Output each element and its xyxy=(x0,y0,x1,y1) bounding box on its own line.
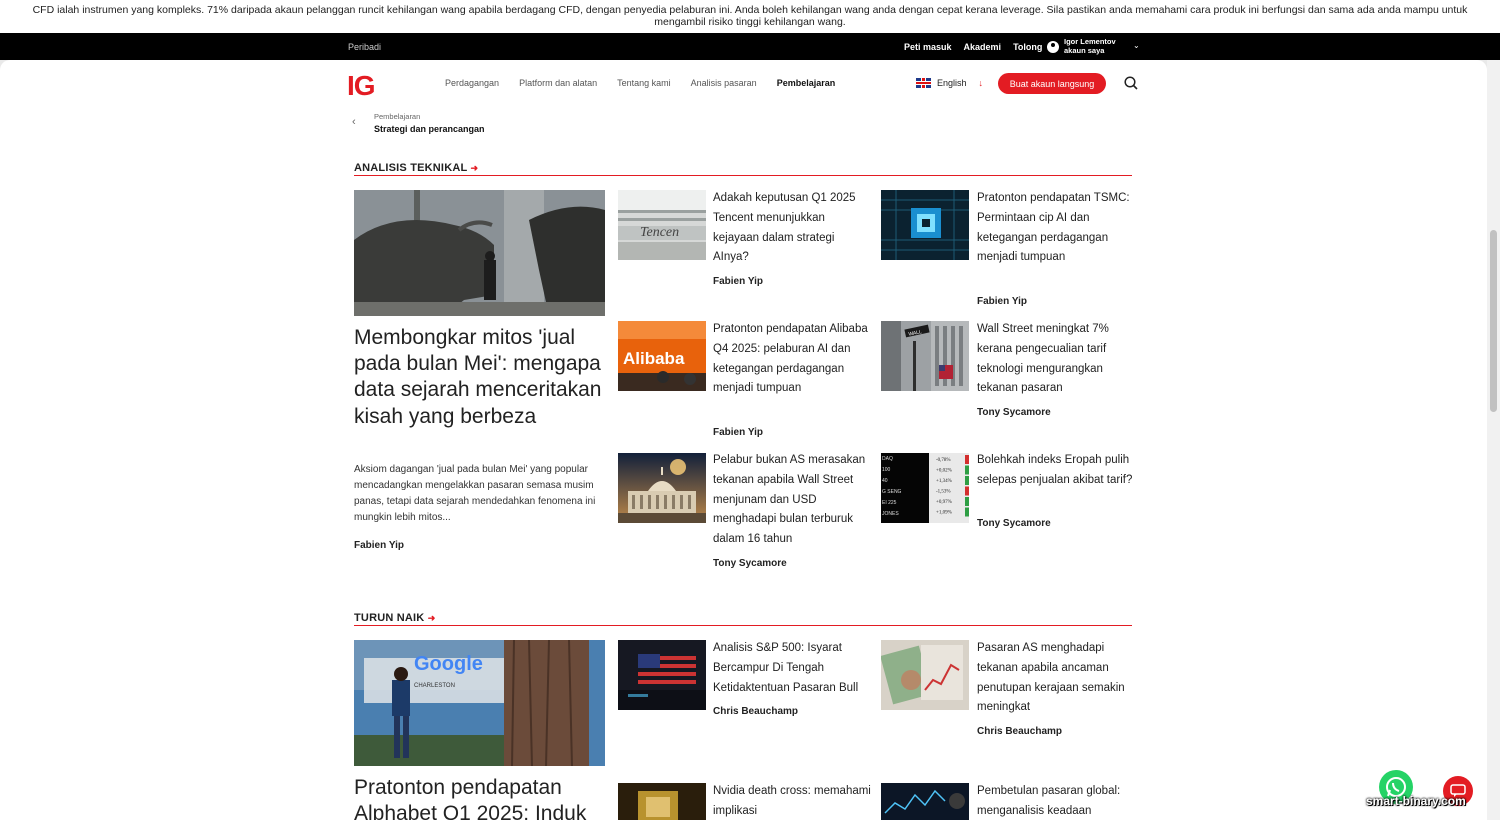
uk-flag-icon xyxy=(916,78,931,88)
ticker-change-bar xyxy=(965,476,969,485)
section-heading-technical[interactable]: ANALISIS TEKNIKAL ➜ xyxy=(354,162,1132,176)
risk-warning: CFD ialah instrumen yang kompleks. 71% d… xyxy=(0,0,1500,33)
open-live-account-button[interactable]: Buat akaun langsung xyxy=(998,73,1106,94)
article-author[interactable]: Tony Sycamore xyxy=(977,518,1051,529)
ig-logo[interactable]: IG xyxy=(347,70,376,102)
ticker-value: +0,02% xyxy=(936,469,952,474)
inbox-link[interactable]: Peti masuk xyxy=(904,42,952,52)
ticker-change-bar xyxy=(965,507,969,517)
article-title[interactable]: Pratonton pendapatan TSMC: Permintaan ci… xyxy=(977,189,1135,268)
language-selector[interactable]: English ↓ xyxy=(916,78,983,88)
article-author[interactable]: Tony Sycamore xyxy=(977,407,1051,418)
help-link[interactable]: Tolong xyxy=(1013,42,1042,52)
featured-image-bull[interactable] xyxy=(354,190,605,316)
search-icon[interactable] xyxy=(1124,76,1138,90)
main-nav: Perdagangan Platform dan alatan Tentang … xyxy=(445,78,835,88)
tencent-logo-text: Tencen xyxy=(640,225,679,240)
chevron-down-icon[interactable]: ⌄ xyxy=(1133,41,1140,50)
scrollbar[interactable] xyxy=(1487,60,1500,820)
main-header: IG Perdagangan Platform dan alatan Tenta… xyxy=(0,60,1487,138)
nav-platforms[interactable]: Platform dan alatan xyxy=(519,78,597,88)
top-bar: Peribadi Peti masuk Akademi Tolong Igor … xyxy=(0,33,1500,60)
ticker-value: -0,78% xyxy=(936,458,951,463)
ticker-change-bar xyxy=(965,455,969,464)
breadcrumb-parent[interactable]: Pembelajaran xyxy=(374,112,420,121)
article-author[interactable]: Chris Beauchamp xyxy=(977,726,1062,737)
ticker-change-bar xyxy=(965,465,969,475)
article-image-indices-board[interactable]: DAQ 100 40 G SENG EI 225 JONES -0,78% +0,02% +1… xyxy=(881,453,969,523)
nav-trading[interactable]: Perdagangan xyxy=(445,78,499,88)
academy-link[interactable]: Akademi xyxy=(964,42,1002,52)
article-title[interactable]: Pratonton pendapatan Alibaba Q4 2025: pe… xyxy=(713,320,871,399)
chevron-left-icon[interactable]: ‹ xyxy=(352,116,356,128)
article-image-tencent[interactable]: Tencen xyxy=(618,190,706,260)
article-title[interactable]: Adakah keputusan Q1 2025 Tencent menunju… xyxy=(713,189,871,268)
article-author[interactable]: Fabien Yip xyxy=(713,276,763,287)
article-title[interactable]: Nvidia death cross: memahami implikasi xyxy=(713,782,871,820)
google-logo-text: Google xyxy=(414,653,483,675)
arrow-right-icon: ➜ xyxy=(427,613,436,623)
arrow-right-icon: ➜ xyxy=(470,163,479,173)
article-title[interactable]: Pasaran AS menghadapi tekanan apabila an… xyxy=(977,639,1135,718)
ticker-value: +0,97% xyxy=(936,500,952,505)
article-image-wall-street[interactable]: WALL xyxy=(881,321,969,391)
ticker-label: 40 xyxy=(882,478,888,484)
article-image-global-market[interactable] xyxy=(881,783,969,820)
nav-analysis[interactable]: Analisis pasaran xyxy=(691,78,757,88)
ticker-value: -1,53% xyxy=(936,490,951,495)
personal-link[interactable]: Peribadi xyxy=(348,42,381,52)
article-image-us-markets[interactable] xyxy=(881,640,969,710)
ticker-label: EI 225 xyxy=(882,500,897,506)
ticker-value: +1,09% xyxy=(936,511,952,516)
user-account: akaun saya xyxy=(1064,45,1105,55)
scrollbar-thumb[interactable] xyxy=(1490,230,1497,412)
article-author[interactable]: Fabien Yip xyxy=(977,296,1027,307)
article-author[interactable]: Tony Sycamore xyxy=(713,558,787,569)
language-label: English xyxy=(937,78,967,88)
section-title: ANALISIS TEKNIKAL xyxy=(354,162,468,174)
featured-image-google[interactable]: Google CHARLESTON xyxy=(354,640,605,766)
article-title[interactable]: Pembetulan pasaran global: menganalisis … xyxy=(977,782,1135,820)
google-sign-subtext: CHARLESTON xyxy=(414,683,455,689)
user-menu[interactable]: Igor Lementov akaun saya xyxy=(1047,37,1116,55)
article-author[interactable]: Chris Beauchamp xyxy=(713,706,798,717)
article-image-capitol[interactable] xyxy=(618,453,706,523)
arrow-down-icon: ↓ xyxy=(978,78,984,88)
featured-article-description: Aksiom dagangan 'jual pada bulan Mei' ya… xyxy=(354,464,596,523)
ticker-value: +1,34% xyxy=(936,479,952,484)
featured-article-title[interactable]: Pratonton pendapatan Alphabet Q1 2025: I… xyxy=(354,775,606,820)
article-title[interactable]: Pelabur bukan AS merasakan tekanan apabi… xyxy=(713,451,871,550)
featured-article-title[interactable]: Membongkar mitos 'jual pada bulan Mei': … xyxy=(354,325,606,430)
nav-about[interactable]: Tentang kami xyxy=(617,78,671,88)
article-title[interactable]: Analisis S&P 500: Isyarat Bercampur Di T… xyxy=(713,639,871,698)
ticker-change-bar xyxy=(965,497,969,506)
article-image-nvidia[interactable] xyxy=(618,783,706,820)
top-links: Peti masuk Akademi Tolong xyxy=(904,42,1042,52)
user-icon xyxy=(1047,40,1059,53)
section-heading-volatility[interactable]: TURUN NAIK ➜ xyxy=(354,612,1132,626)
ticker-label: JONES xyxy=(882,511,899,517)
featured-article-author[interactable]: Fabien Yip xyxy=(354,540,404,551)
breadcrumb-current: Strategi dan perancangan xyxy=(374,124,485,134)
article-image-tsmc-chip[interactable] xyxy=(881,190,969,260)
nav-learning[interactable]: Pembelajaran xyxy=(777,78,836,88)
ticker-label: 100 xyxy=(882,467,891,473)
article-title[interactable]: Wall Street meningkat 7% kerana pengecua… xyxy=(977,320,1135,399)
article-image-alibaba[interactable]: Alibaba xyxy=(618,321,706,391)
alibaba-logo-text: Alibaba xyxy=(623,349,685,368)
article-author[interactable]: Fabien Yip xyxy=(713,427,763,438)
ticker-label: DAQ xyxy=(882,456,893,462)
ticker-label: G SENG xyxy=(882,489,902,495)
article-image-sp500[interactable] xyxy=(618,640,706,710)
article-title[interactable]: Bolehkah indeks Eropah pulih selepas pen… xyxy=(977,451,1135,491)
ticker-change-bar xyxy=(965,486,969,496)
watermark: smart-binary.com xyxy=(1366,794,1466,808)
section-title: TURUN NAIK xyxy=(354,612,425,624)
